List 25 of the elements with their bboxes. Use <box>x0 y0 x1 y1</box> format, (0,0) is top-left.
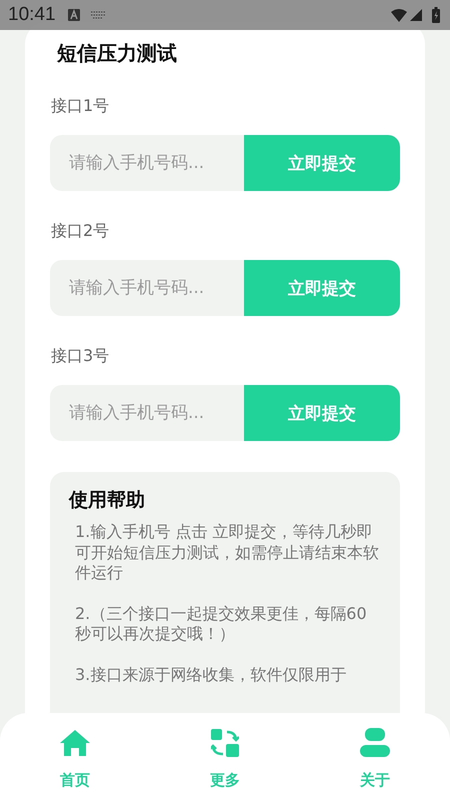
interface-label: 接口3号 <box>51 346 110 366</box>
submit-button[interactable]: 立即提交 <box>244 385 400 441</box>
battery-icon <box>432 7 440 23</box>
help-paragraph: 3.接口来源于网络收集，软件仅限用于 <box>75 664 348 685</box>
nav-label[interactable]: 更多 <box>210 771 240 790</box>
help-title: 使用帮助 <box>69 488 146 512</box>
interface-label: 接口1号 <box>51 96 110 116</box>
page-title: 短信压力测试 <box>57 40 178 66</box>
swap-grid-icon <box>211 729 239 757</box>
phone-input-field[interactable]: 请输入手机号码... <box>50 385 244 441</box>
interface-label: 接口2号 <box>51 221 110 241</box>
user-icon <box>360 728 390 758</box>
wifi-icon <box>391 8 407 22</box>
phone-input-field[interactable]: 请输入手机号码... <box>50 135 244 191</box>
status-time: 10:41 <box>8 4 56 26</box>
submit-button[interactable]: 立即提交 <box>244 260 400 316</box>
submit-button[interactable]: 立即提交 <box>244 135 400 191</box>
help-paragraph: 1.输入手机号 点击 立即提交，等待几秒即可开始短信压力测试，如需停止请结束本软件运行 <box>75 522 380 584</box>
keyboard-icon <box>90 11 106 19</box>
nav-label[interactable]: 关于 <box>360 771 390 790</box>
phone-input-field[interactable]: 请输入手机号码... <box>50 260 244 316</box>
help-paragraph: 2.（三个接口一起提交效果更佳，每隔60秒可以再次提交哦！） <box>75 604 368 644</box>
home-icon <box>60 730 90 756</box>
letter-a-icon <box>68 9 80 21</box>
nav-label[interactable]: 首页 <box>60 771 90 790</box>
